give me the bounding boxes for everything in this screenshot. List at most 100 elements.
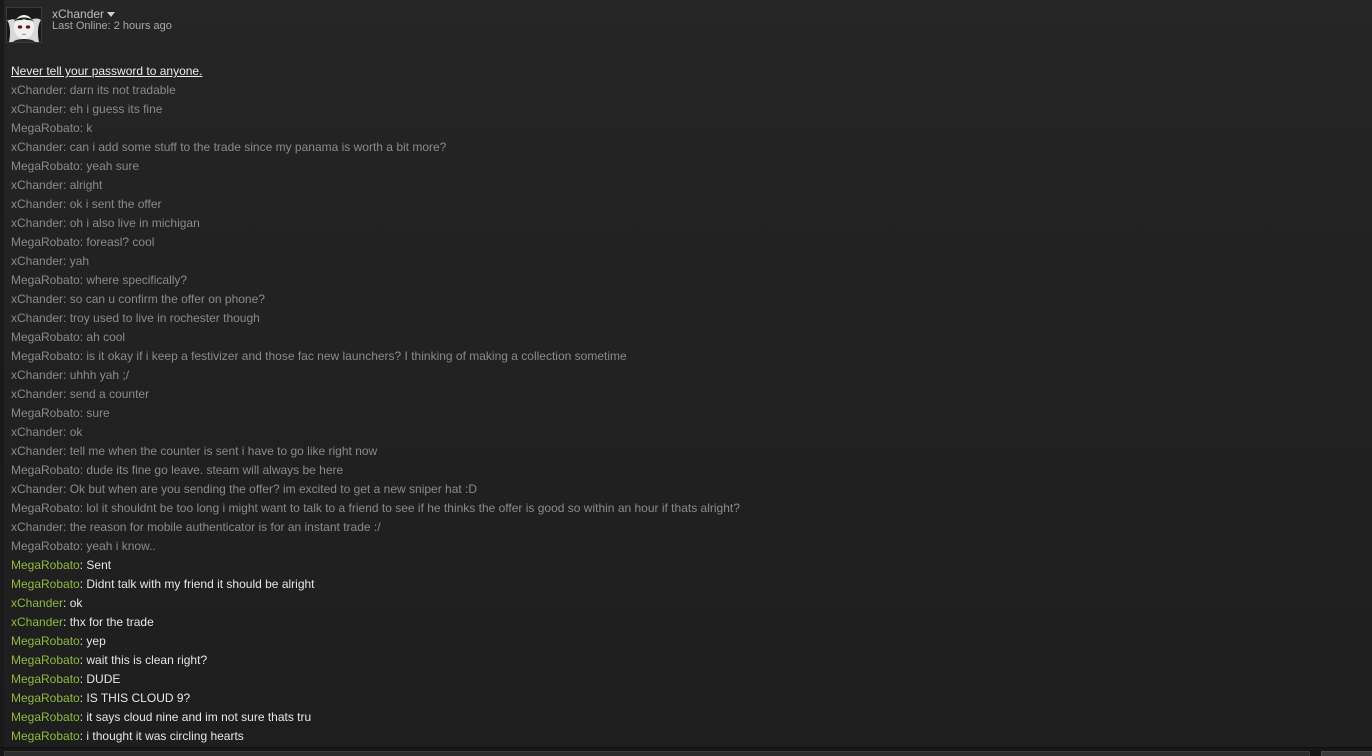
message-text: ok i sent the offer (69, 197, 162, 211)
message-sender[interactable]: xChander (11, 140, 63, 154)
chat-message-input[interactable] (4, 751, 1310, 756)
message-sender[interactable]: MegaRobato (11, 121, 80, 135)
message-text: alright (69, 178, 103, 192)
message-sender[interactable]: xChander (11, 254, 63, 268)
avatar[interactable] (6, 7, 42, 43)
message-text: k (86, 121, 93, 135)
message-text: tell me when the counter is sent i have … (69, 444, 378, 458)
chevron-down-icon[interactable] (107, 12, 115, 17)
message-sender[interactable]: MegaRobato (11, 406, 80, 420)
message-separator: : (63, 311, 70, 325)
message-text: foreasl? cool (86, 235, 155, 249)
message-sender[interactable]: xChander (11, 596, 63, 610)
message-separator: : (63, 520, 70, 534)
chat-message: xChander: the reason for mobile authenti… (11, 518, 1351, 537)
chat-log[interactable]: Never tell your password to anyone. xCha… (11, 62, 1351, 746)
chat-message: xChander: alright (11, 176, 1351, 195)
message-separator: : (63, 197, 70, 211)
message-sender[interactable]: MegaRobato (11, 710, 80, 724)
message-text: Ok but when are you sending the offer? i… (69, 482, 478, 496)
message-sender[interactable]: MegaRobato (11, 463, 80, 477)
message-text: i thought it was circling hearts (86, 729, 244, 743)
message-separator: : (63, 140, 70, 154)
avatar-image (7, 8, 41, 42)
message-sender[interactable]: xChander (11, 615, 63, 629)
message-separator: : (63, 482, 70, 496)
message-separator: : (63, 83, 70, 97)
message-text: yeah sure (86, 159, 140, 173)
message-separator: : (63, 596, 70, 610)
message-separator: : (63, 292, 70, 306)
message-text: where specifically? (86, 273, 188, 287)
message-separator: : (63, 216, 70, 230)
message-text: troy used to live in rochester though (69, 311, 260, 325)
message-sender[interactable]: MegaRobato (11, 558, 80, 572)
message-sender[interactable]: MegaRobato (11, 653, 80, 667)
message-text: Didnt talk with my friend it should be a… (86, 577, 315, 591)
message-sender[interactable]: MegaRobato (11, 577, 80, 591)
message-sender[interactable]: xChander (11, 520, 63, 534)
message-text: so can u confirm the offer on phone? (69, 292, 265, 306)
message-sender[interactable]: xChander (11, 444, 63, 458)
chat-message: MegaRobato: it says cloud nine and im no… (11, 708, 1351, 727)
message-sender[interactable]: xChander (11, 102, 63, 116)
message-sender[interactable]: xChander (11, 83, 63, 97)
message-sender[interactable]: xChander (11, 387, 63, 401)
chat-message: MegaRobato: lol it shouldnt be too long … (11, 499, 1351, 518)
message-sender[interactable]: MegaRobato (11, 159, 80, 173)
chat-message: xChander: ok (11, 594, 1351, 613)
message-sender[interactable]: xChander (11, 178, 63, 192)
message-sender[interactable]: xChander (11, 311, 63, 325)
security-notice: Never tell your password to anyone. (11, 64, 203, 78)
chat-message: xChander: darn its not tradable (11, 81, 1351, 100)
chat-message: xChander: oh i also live in michigan (11, 214, 1351, 233)
message-sender[interactable]: MegaRobato (11, 235, 80, 249)
message-text: IS THIS CLOUD 9? (86, 691, 191, 705)
chat-message: xChander: can i add some stuff to the tr… (11, 138, 1351, 157)
message-text: ok (69, 425, 83, 439)
message-sender[interactable]: MegaRobato (11, 330, 80, 344)
message-sender[interactable]: MegaRobato (11, 634, 80, 648)
chat-window: xChander Last Online: 2 hours ago Never … (0, 0, 1372, 756)
message-text: is it okay if i keep a festivizer and th… (86, 349, 627, 363)
chat-message: xChander: Ok but when are you sending th… (11, 480, 1351, 499)
message-sender[interactable]: MegaRobato (11, 273, 80, 287)
message-text: send a counter (69, 387, 150, 401)
message-sender[interactable]: MegaRobato (11, 501, 80, 515)
chat-message: xChander: ok i sent the offer (11, 195, 1351, 214)
message-sender[interactable]: MegaRobato (11, 672, 80, 686)
message-text: ok (69, 596, 83, 610)
chat-message: MegaRobato: where specifically? (11, 271, 1351, 290)
chat-message: MegaRobato: Sent (11, 556, 1351, 575)
message-text: sure (86, 406, 110, 420)
message-sender[interactable]: MegaRobato (11, 539, 80, 553)
chat-message: MegaRobato: IS THIS CLOUD 9? (11, 689, 1351, 708)
message-text: Sent (86, 558, 112, 572)
message-sender[interactable]: xChander (11, 216, 63, 230)
message-sender[interactable]: MegaRobato (11, 349, 80, 363)
message-sender[interactable]: xChander (11, 197, 63, 211)
message-text: can i add some stuff to the trade since … (69, 140, 447, 154)
message-sender[interactable]: xChander (11, 292, 63, 306)
message-text: ah cool (86, 330, 126, 344)
message-separator: : (63, 615, 70, 629)
message-text: yep (86, 634, 106, 648)
chat-message: MegaRobato: wait this is clean right? (11, 651, 1351, 670)
message-separator: : (63, 425, 70, 439)
message-text: yeah i know.. (86, 539, 156, 553)
chat-header: xChander Last Online: 2 hours ago (0, 0, 1372, 48)
message-sender[interactable]: MegaRobato (11, 691, 80, 705)
chat-message: xChander: eh i guess its fine (11, 100, 1351, 119)
chat-message: MegaRobato: Didnt talk with my friend it… (11, 575, 1351, 594)
chat-message: xChander: so can u confirm the offer on … (11, 290, 1351, 309)
message-text: oh i also live in michigan (69, 216, 200, 230)
message-sender[interactable]: MegaRobato (11, 729, 80, 743)
send-button[interactable] (1321, 751, 1372, 756)
chat-message: MegaRobato: yeah sure (11, 157, 1351, 176)
message-sender[interactable]: xChander (11, 482, 63, 496)
message-sender[interactable]: xChander (11, 368, 63, 382)
message-sender[interactable]: xChander (11, 425, 63, 439)
chat-message: MegaRobato: k (11, 119, 1351, 138)
message-text: wait this is clean right? (86, 653, 208, 667)
message-text: it says cloud nine and im not sure thats… (86, 710, 312, 724)
